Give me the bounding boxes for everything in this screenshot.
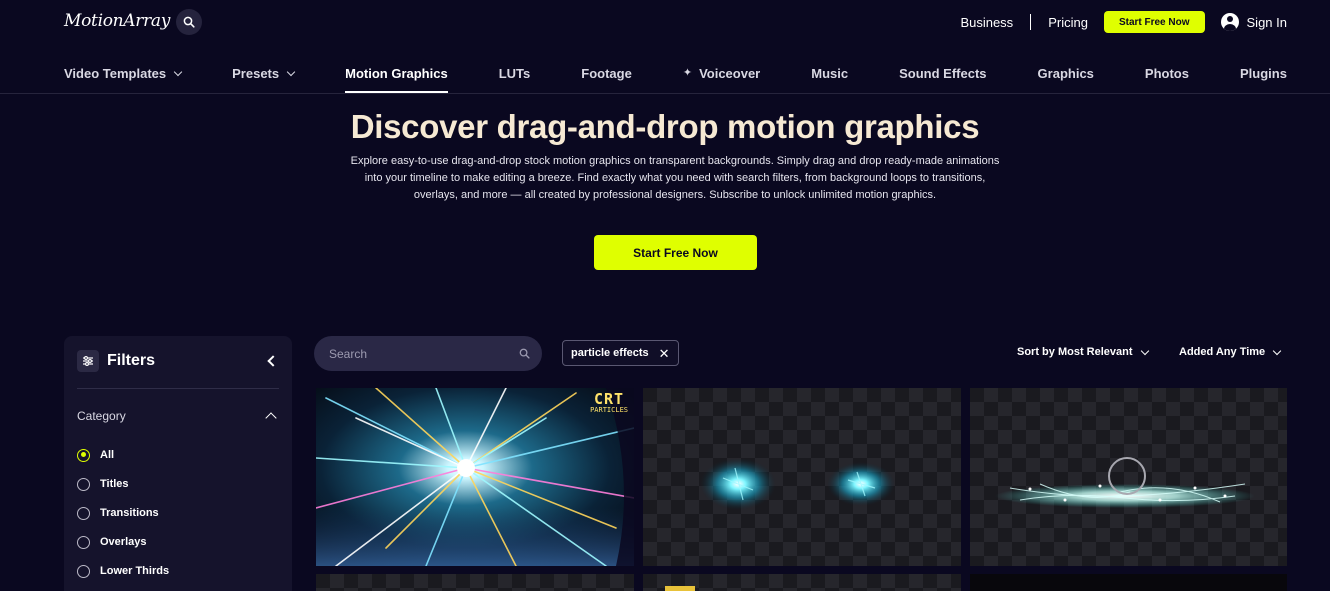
category-option-titles[interactable]: Titles [77, 469, 169, 499]
thumbnail-partial [665, 586, 695, 591]
result-card-glow-orbs[interactable] [643, 388, 961, 566]
chevron-left-icon [266, 355, 279, 367]
user-icon [1220, 13, 1239, 31]
filters-panel: Filters Category All Titles Transitions … [64, 336, 292, 591]
sign-in-label: Sign In [1246, 14, 1287, 30]
category-option-label: Transitions [100, 507, 159, 519]
chevron-down-icon [1140, 346, 1149, 355]
time-filter-dropdown[interactable]: Added Any Time [1179, 346, 1282, 358]
filters-header: Filters [77, 348, 280, 374]
search-button[interactable] [176, 9, 202, 35]
time-filter-label: Added Any Time [1179, 346, 1266, 358]
nav-footage-label: Footage [581, 66, 632, 81]
result-card[interactable] [643, 574, 961, 591]
collapse-filters-button[interactable] [262, 352, 280, 370]
nav-plugins-label: Plugins [1240, 66, 1287, 81]
result-card-light-streak[interactable] [970, 388, 1287, 566]
main-nav: Video Templates Presets Motion Graphics … [64, 54, 1287, 94]
sort-dropdown[interactable]: Sort by Most Relevant [1017, 346, 1149, 358]
chevron-down-icon [173, 67, 183, 77]
hero-title: Discover drag-and-drop motion graphics [350, 108, 980, 145]
nav-music[interactable]: Music [811, 54, 848, 94]
nav-graphics[interactable]: Graphics [1038, 54, 1094, 94]
nav-photos[interactable]: Photos [1145, 54, 1189, 94]
filters-title: Filters [107, 352, 156, 369]
sliders-icon [77, 350, 99, 372]
nav-footage[interactable]: Footage [581, 54, 632, 94]
hero-description: Explore easy-to-use drag-and-drop stock … [350, 155, 1000, 201]
nav-voiceover-label: Voiceover [699, 66, 761, 81]
start-free-now-header-button[interactable]: Start Free Now [1103, 11, 1205, 33]
nav-luts[interactable]: LUTs [499, 54, 531, 94]
category-option-label: Titles [100, 478, 129, 490]
close-icon[interactable]: ✕ [659, 347, 670, 360]
active-filter-label: particle effects [571, 347, 649, 359]
badge-subtitle: PARTICLES [590, 406, 628, 414]
radio-checked[interactable] [77, 448, 90, 462]
badge-title: CRT [593, 390, 625, 408]
result-card-crt-particles[interactable]: CRT PARTICLES [316, 388, 634, 566]
search-input[interactable] [329, 346, 509, 361]
category-label: Category [77, 409, 126, 423]
nav-music-label: Music [811, 66, 849, 81]
nav-sound-effects-label: Sound Effects [899, 66, 987, 81]
nav-divider [0, 93, 1330, 94]
nav-photos-label: Photos [1144, 66, 1189, 81]
search-icon [519, 348, 530, 359]
category-option-transitions[interactable]: Transitions [77, 498, 169, 528]
nav-sound-effects[interactable]: Sound Effects [899, 54, 986, 94]
result-card[interactable] [316, 574, 634, 591]
category-option-lower-thirds[interactable]: Lower Thirds [77, 556, 169, 586]
result-card[interactable] [970, 574, 1287, 591]
radio[interactable] [77, 564, 90, 578]
top-bar: MotionArray Business Pricing Start Free … [0, 0, 1330, 44]
radio[interactable] [77, 477, 90, 491]
category-options: All Titles Transitions Overlays Lower Th… [77, 441, 169, 586]
chevron-up-icon [265, 412, 277, 424]
pricing-link[interactable]: Pricing [1048, 15, 1088, 30]
sort-label: Sort by Most Relevant [1017, 346, 1133, 358]
nav-presets-label: Presets [232, 66, 280, 81]
chevron-down-icon [1272, 346, 1282, 355]
nav-motion-graphics-label: Motion Graphics [345, 66, 448, 81]
nav-graphics-label: Graphics [1037, 66, 1094, 81]
glow-orbs-thumbnail [700, 458, 895, 510]
sparkle-icon: ✦ [682, 67, 693, 79]
chevron-down-icon [286, 67, 296, 77]
search-icon [183, 16, 195, 28]
top-right-actions: Business Pricing Start Free Now Sign In [960, 11, 1287, 33]
nav-plugins[interactable]: Plugins [1240, 54, 1287, 94]
category-section-toggle[interactable]: Category [77, 409, 279, 424]
nav-luts-label: LUTs [498, 66, 531, 81]
search-field[interactable] [314, 336, 542, 371]
radio[interactable] [77, 535, 90, 549]
active-filter-tag: particle effects ✕ [562, 340, 679, 366]
category-option-all[interactable]: All [77, 440, 169, 470]
start-free-now-button[interactable]: Start Free Now [594, 235, 757, 270]
motionarray-logo[interactable]: MotionArray [64, 11, 170, 31]
category-option-overlays[interactable]: Overlays [77, 527, 169, 557]
light-streak-thumbnail [995, 457, 1255, 508]
nav-presets[interactable]: Presets [232, 54, 296, 94]
category-option-label: Overlays [100, 536, 147, 548]
nav-video-templates[interactable]: Video Templates [64, 54, 183, 94]
business-link[interactable]: Business [960, 15, 1013, 30]
sign-in-link[interactable]: Sign In [1220, 13, 1287, 31]
divider [1030, 14, 1032, 30]
particle-burst-thumbnail [316, 388, 634, 566]
category-option-label: All [100, 449, 115, 461]
category-option-label: Lower Thirds [100, 565, 170, 577]
nav-video-templates-label: Video Templates [64, 66, 167, 81]
nav-motion-graphics[interactable]: Motion Graphics [345, 54, 448, 94]
radio[interactable] [77, 506, 90, 520]
crt-particles-badge: CRT PARTICLES [590, 392, 628, 414]
divider [77, 388, 279, 389]
nav-voiceover[interactable]: ✦ Voiceover [683, 54, 760, 94]
